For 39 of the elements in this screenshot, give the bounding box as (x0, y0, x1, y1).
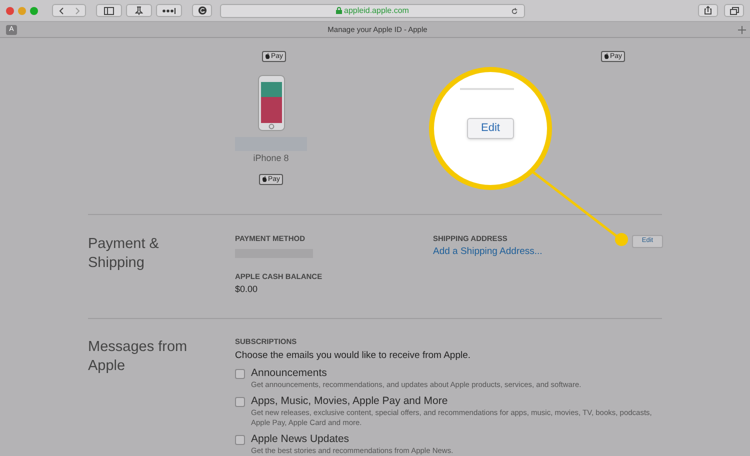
add-shipping-address-link[interactable]: Add a Shipping Address... (433, 246, 623, 256)
extension-button[interactable] (126, 4, 152, 17)
magnified-edit-button[interactable]: Edit (467, 118, 514, 139)
tabs-icon (730, 6, 738, 14)
checkbox[interactable] (235, 396, 245, 406)
cash-balance-value: $0.00 (235, 285, 259, 294)
password-button[interactable] (156, 4, 182, 17)
lock-icon (336, 7, 342, 14)
zoom-icon[interactable] (30, 6, 38, 14)
forward-icon[interactable] (74, 6, 80, 14)
subscriptions-intro: Choose the emails you would like to receive from Apple. (235, 350, 472, 362)
option-title: Apps, Music, Movies, Apple Pay and More (251, 394, 449, 408)
close-icon[interactable] (6, 6, 14, 14)
new-tab-icon[interactable] (738, 26, 746, 34)
share-icon (704, 6, 712, 15)
minimize-icon[interactable] (18, 6, 26, 14)
sidebar-button[interactable] (96, 4, 122, 17)
dots-icon (162, 8, 176, 14)
checkbox[interactable] (235, 368, 245, 378)
option-title: Announcements (251, 366, 328, 380)
apple-logo-icon (262, 176, 267, 182)
section-heading: Payment & Shipping (88, 235, 160, 273)
section-heading: Messages from Apple (88, 338, 188, 376)
grammar-button[interactable] (192, 4, 212, 17)
apple-logo-icon (265, 53, 270, 59)
share-button[interactable] (698, 4, 718, 17)
option-title: Apple News Updates (251, 432, 350, 446)
tabs-button[interactable] (724, 4, 744, 17)
pin-icon (135, 6, 143, 15)
apple-logo-icon (604, 53, 609, 59)
sidebar-icon (104, 6, 114, 14)
checkbox[interactable] (235, 434, 245, 444)
url-text: appleid.apple.com (344, 6, 409, 14)
address-bar[interactable]: appleid.apple.com (220, 4, 525, 18)
device-name: iPhone 8 (253, 154, 289, 163)
phone-image (258, 75, 284, 131)
reload-icon[interactable] (511, 8, 518, 14)
g-circle-icon (198, 6, 206, 15)
back-icon[interactable] (58, 6, 64, 14)
